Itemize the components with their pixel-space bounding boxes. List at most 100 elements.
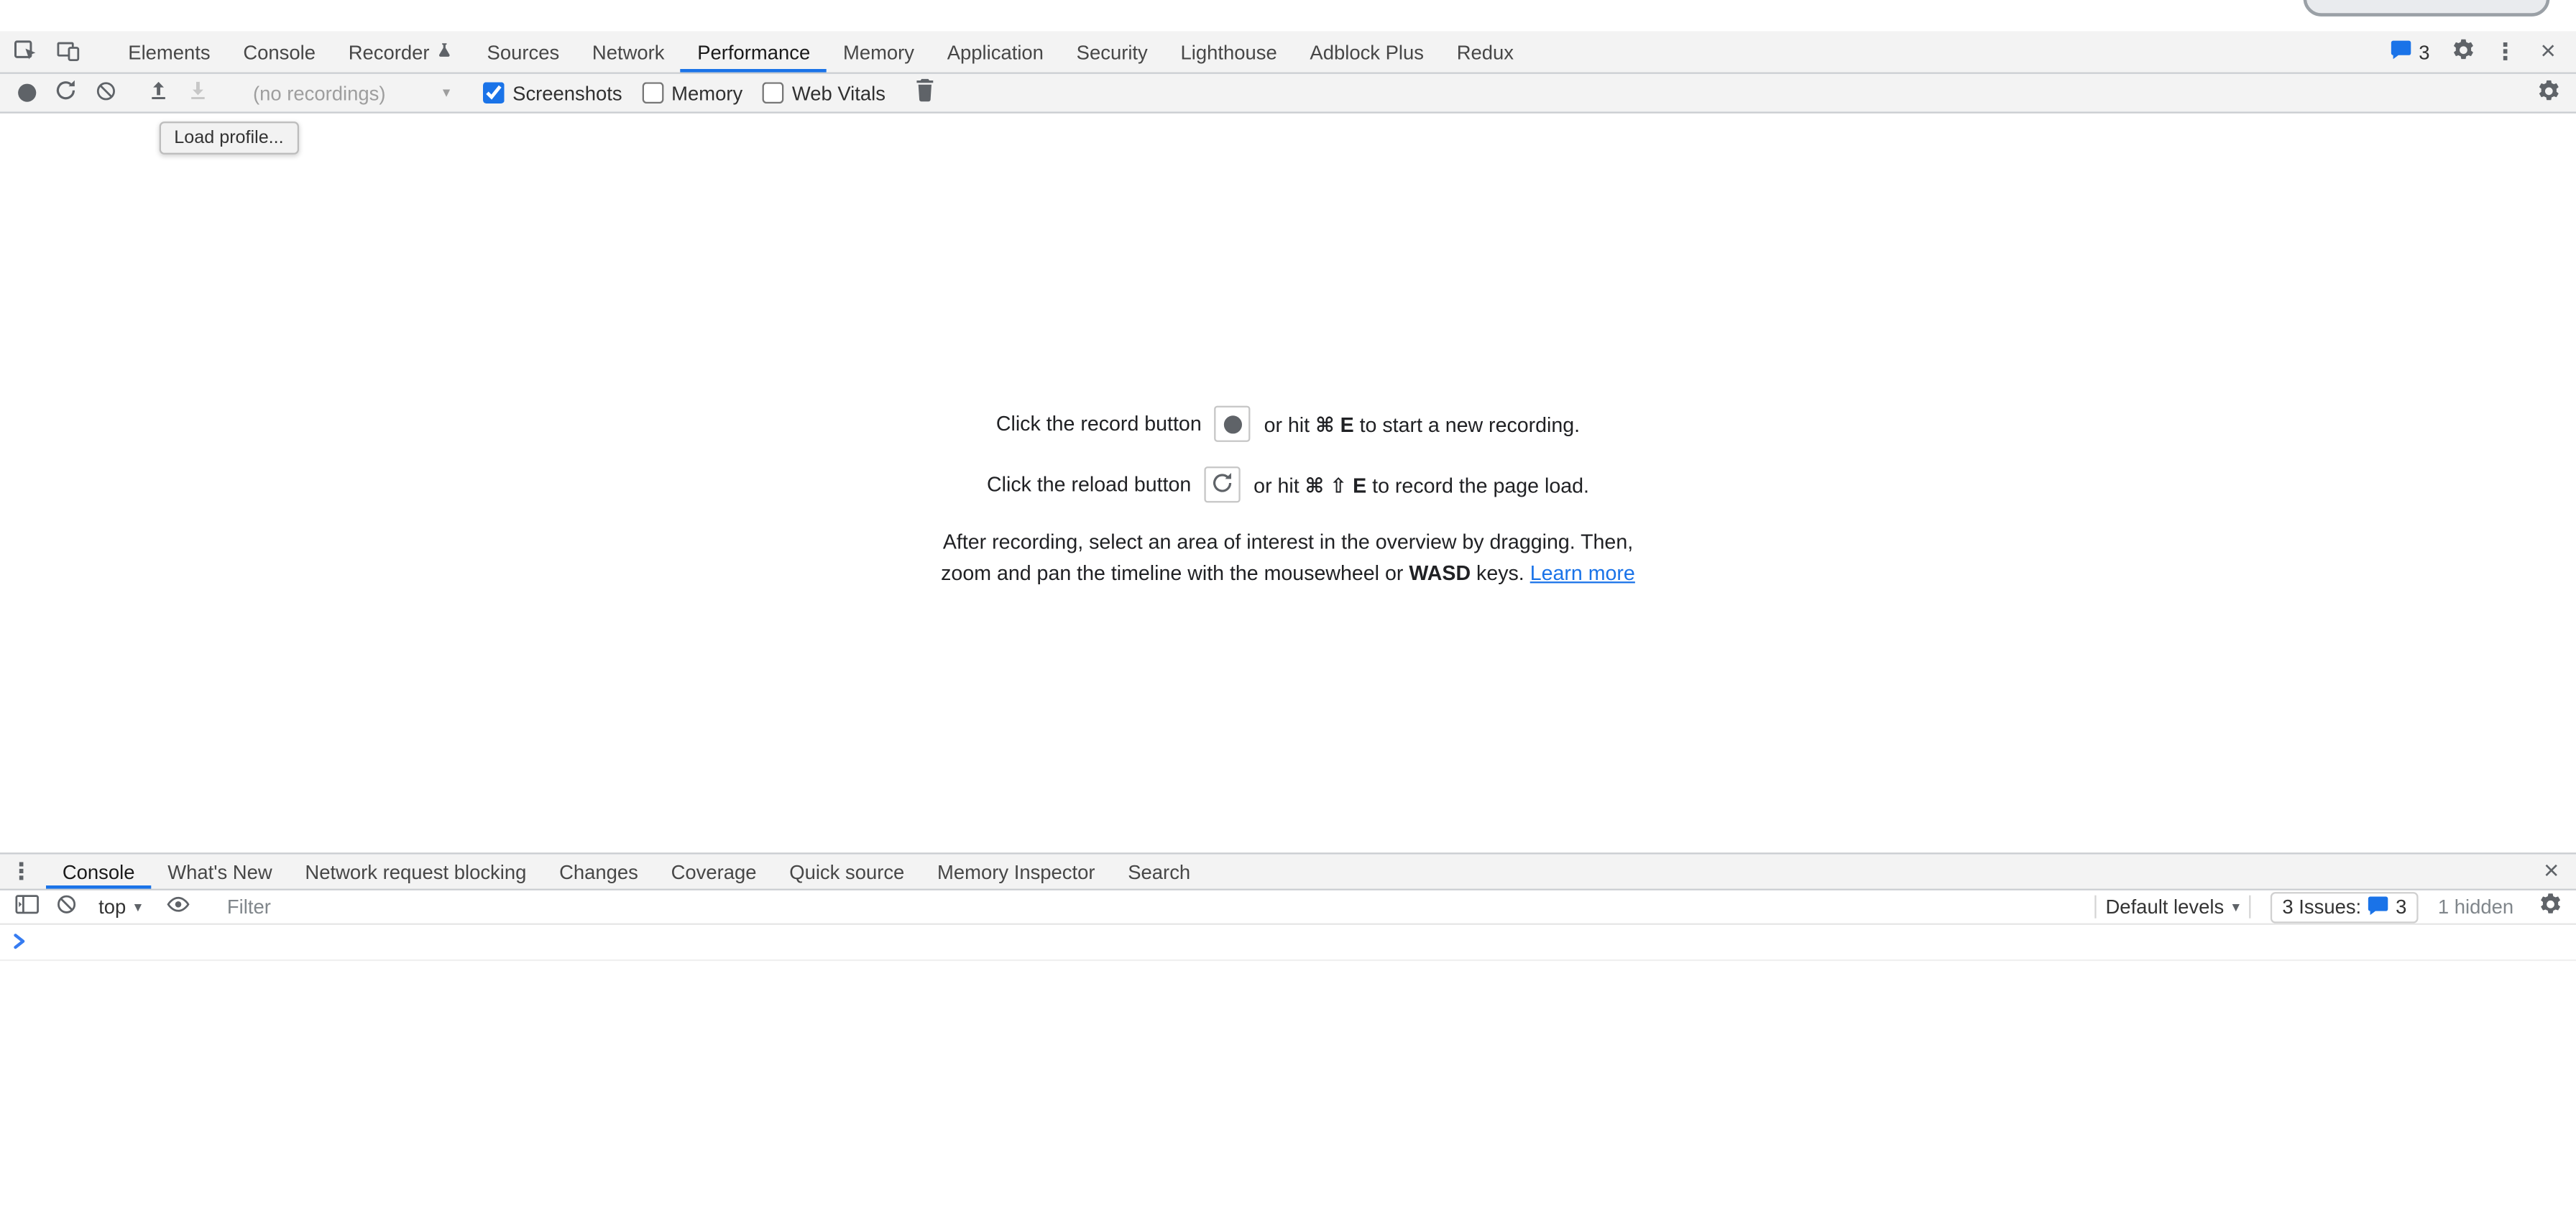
tab-lighthouse[interactable]: Lighthouse bbox=[1164, 31, 1294, 72]
tab-memory[interactable]: Memory bbox=[827, 31, 931, 72]
reload-and-record-button[interactable] bbox=[46, 75, 86, 111]
checkbox-label-text: Web Vitals bbox=[792, 81, 886, 104]
tab-label: Application bbox=[947, 40, 1044, 63]
wasd-keys: WASD bbox=[1409, 562, 1471, 585]
perf-options: Screenshots Memory Web Vitals bbox=[483, 81, 905, 104]
tab-label: Search bbox=[1128, 860, 1190, 883]
reload-button-illustration bbox=[1205, 466, 1241, 502]
reload-instruction-prefix: Click the reload button bbox=[987, 473, 1191, 496]
console-prompt-chevron-icon bbox=[13, 931, 28, 954]
issues-count: 3 bbox=[2396, 896, 2406, 919]
clear-console-button[interactable] bbox=[46, 889, 86, 925]
tab-redux[interactable]: Redux bbox=[1440, 31, 1530, 72]
tab-recorder[interactable]: Recorder bbox=[332, 31, 471, 72]
upload-icon bbox=[147, 80, 169, 106]
tab-label: Memory Inspector bbox=[937, 860, 1095, 883]
tab-elements[interactable]: Elements bbox=[111, 31, 226, 72]
console-issues-counter[interactable]: 3 Issues: 3 bbox=[2271, 891, 2418, 922]
learn-more-link[interactable]: Learn more bbox=[1530, 562, 1635, 585]
console-prompt-row[interactable] bbox=[0, 925, 2576, 961]
tab-adblock-plus[interactable]: Adblock Plus bbox=[1294, 31, 1440, 72]
settings-button[interactable] bbox=[2444, 34, 2480, 70]
divider bbox=[2094, 896, 2096, 919]
tab-security[interactable]: Security bbox=[1060, 31, 1164, 72]
load-profile-button[interactable] bbox=[138, 75, 178, 111]
tab-label: Elements bbox=[128, 40, 210, 63]
clear-button[interactable] bbox=[86, 75, 125, 111]
drawer-tab-console[interactable]: Console bbox=[46, 855, 151, 889]
record-instruction-row: Click the record button or hit ⌘ E to st… bbox=[0, 406, 2576, 442]
tab-sources[interactable]: Sources bbox=[471, 31, 576, 72]
tab-label: Security bbox=[1077, 40, 1148, 63]
close-drawer-button[interactable]: × bbox=[2534, 853, 2570, 889]
overflow-menu-button[interactable]: ⋮ bbox=[2488, 34, 2524, 70]
shift-key: ⇧ bbox=[1330, 474, 1347, 497]
create-live-expression-button[interactable] bbox=[158, 889, 198, 925]
record-icon bbox=[17, 84, 35, 102]
drawer-tab-network-request-blocking[interactable]: Network request blocking bbox=[289, 855, 543, 889]
drawer-tab-quick-source[interactable]: Quick source bbox=[773, 855, 921, 889]
tab-label: Recorder bbox=[349, 40, 430, 63]
hidden-messages-label: 1 hidden bbox=[2438, 896, 2513, 919]
recordings-dropdown-label: (no recordings) bbox=[253, 81, 385, 104]
tab-application[interactable]: Application bbox=[931, 31, 1060, 72]
main-tabbar-right: 3 ⋮ × bbox=[2383, 34, 2576, 70]
cmd-key: ⌘ bbox=[1305, 474, 1325, 497]
console-toolbar: top ▾ Default levels ▾ 3 Issues: 3 1 hid… bbox=[0, 890, 2576, 925]
checkbox-label-text: Memory bbox=[671, 81, 742, 104]
issues-bubble-icon bbox=[2368, 895, 2389, 919]
tab-label: Network request blocking bbox=[305, 860, 526, 883]
drawer-tabs: Console What's New Network request block… bbox=[46, 855, 1207, 889]
tab-network[interactable]: Network bbox=[576, 31, 681, 72]
tab-label: What's New bbox=[167, 860, 272, 883]
main-tabbar: Elements Console Recorder Sources Networ… bbox=[0, 31, 2576, 73]
issues-count: 3 bbox=[2419, 40, 2429, 63]
drawer-tab-search[interactable]: Search bbox=[1111, 855, 1207, 889]
recordings-dropdown[interactable]: (no recordings) ▾ bbox=[243, 78, 460, 108]
e-key: E bbox=[1340, 413, 1354, 436]
memory-checkbox-label[interactable]: Memory bbox=[642, 81, 742, 104]
tab-label: Performance bbox=[697, 40, 810, 63]
drawer-tab-memory-inspector[interactable]: Memory Inspector bbox=[921, 855, 1111, 889]
issues-bubble-icon bbox=[2391, 40, 2412, 64]
tab-label: Sources bbox=[487, 40, 560, 63]
divider bbox=[2250, 896, 2251, 919]
gear-icon bbox=[2537, 892, 2562, 921]
gear-icon bbox=[2450, 37, 2475, 66]
console-filter-input[interactable] bbox=[227, 896, 2084, 919]
web-vitals-checkbox-label[interactable]: Web Vitals bbox=[763, 81, 886, 104]
tab-label: Redux bbox=[1457, 40, 1514, 63]
levels-label: Default levels bbox=[2106, 896, 2225, 919]
tab-console[interactable]: Console bbox=[227, 31, 332, 72]
overflow-menu-icon: ⋮ bbox=[10, 857, 33, 885]
record-button[interactable] bbox=[6, 75, 46, 111]
garbage-collect-button[interactable] bbox=[905, 75, 944, 111]
top-strip bbox=[0, 0, 2576, 31]
drawer-overflow-button[interactable]: ⋮ bbox=[4, 853, 40, 889]
issues-counter[interactable]: 3 bbox=[2383, 36, 2438, 67]
drawer-tabbar: ⋮ Console What's New Network request blo… bbox=[0, 852, 2576, 890]
screenshots-checkbox[interactable] bbox=[483, 82, 505, 103]
memory-checkbox[interactable] bbox=[642, 82, 663, 103]
tab-performance[interactable]: Performance bbox=[681, 31, 827, 72]
web-vitals-checkbox[interactable] bbox=[763, 82, 784, 103]
drawer-tab-whats-new[interactable]: What's New bbox=[151, 855, 288, 889]
capture-settings-button[interactable] bbox=[2530, 75, 2570, 111]
gear-icon bbox=[2536, 78, 2560, 108]
record-shortcut-text: or hit ⌘ E to start a new recording. bbox=[1264, 412, 1581, 436]
trash-icon bbox=[915, 79, 934, 107]
log-levels-dropdown[interactable]: Default levels ▾ bbox=[2106, 896, 2240, 919]
drawer-tab-changes[interactable]: Changes bbox=[543, 855, 655, 889]
screenshots-checkbox-label[interactable]: Screenshots bbox=[483, 81, 622, 104]
inspect-button[interactable] bbox=[4, 31, 46, 72]
console-settings-button[interactable] bbox=[2530, 889, 2570, 925]
close-devtools-button[interactable]: × bbox=[2530, 34, 2566, 70]
save-profile-button[interactable] bbox=[178, 75, 217, 111]
device-toolbar-button[interactable] bbox=[46, 31, 88, 72]
tab-label: Memory bbox=[843, 40, 914, 63]
tab-label: Network bbox=[592, 40, 665, 63]
partial-overlay bbox=[2304, 0, 2550, 17]
drawer-tab-coverage[interactable]: Coverage bbox=[655, 855, 773, 889]
javascript-context-dropdown[interactable]: top ▾ bbox=[98, 896, 142, 919]
show-console-sidebar-button[interactable] bbox=[6, 889, 46, 925]
